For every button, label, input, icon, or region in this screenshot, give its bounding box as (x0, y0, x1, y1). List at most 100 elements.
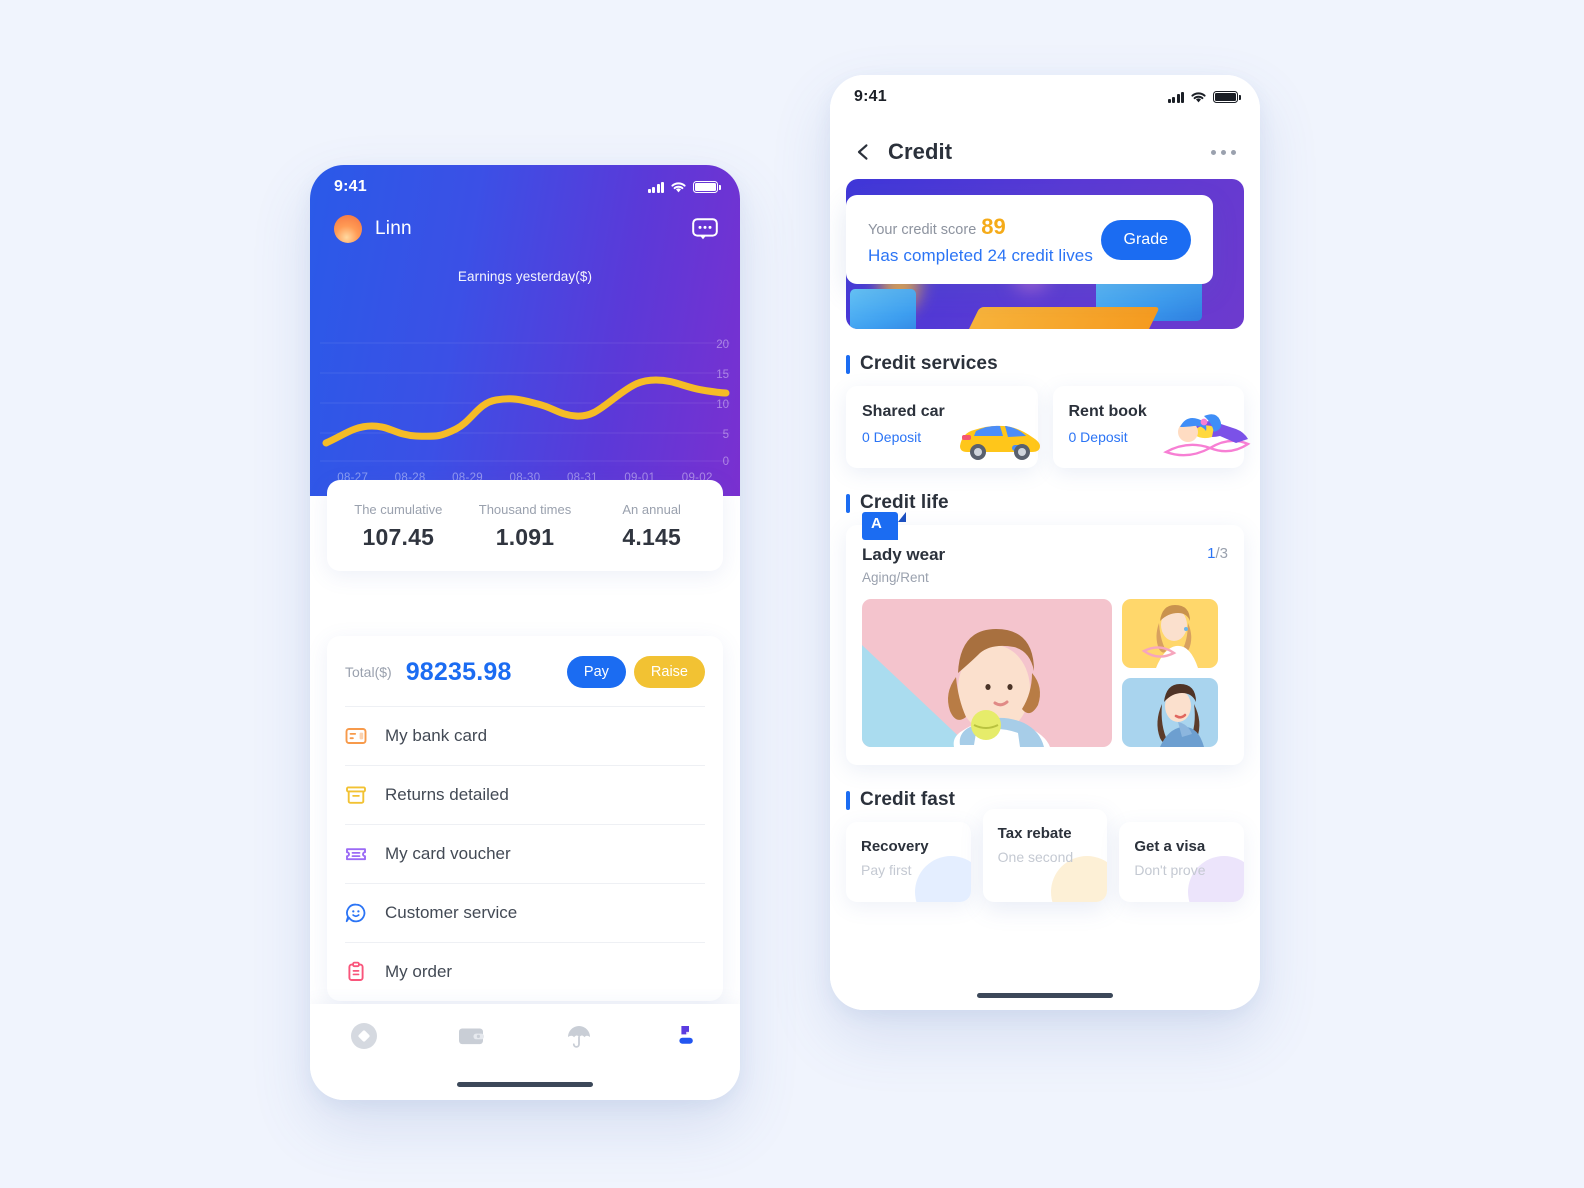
life-card-header: Lady wear Aging/Rent 1/3 (862, 545, 1228, 585)
stat-value: 1.091 (495, 524, 555, 550)
score-prefix-row: Your credit score 89 (868, 214, 1101, 240)
fast-subtitle: Pay first (861, 862, 912, 878)
girl-yellow-backdrop (1122, 599, 1218, 668)
status-time: 9:41 (854, 88, 887, 105)
credit-life-card[interactable]: A Lady wear Aging/Rent 1/3 (846, 512, 1244, 765)
stat-label: An annual (622, 502, 681, 517)
order-clipboard-icon (348, 961, 364, 981)
status-bar-right: 9:41 (830, 75, 1260, 119)
phone-right: 9:41 Credit Your credit score 89 Has com… (830, 75, 1260, 1010)
username: Linn (375, 218, 412, 239)
menu-item-returns-detailed[interactable]: Returns detailed (345, 765, 705, 824)
chat-bubble-icon[interactable] (692, 218, 718, 240)
raise-button[interactable]: Raise (633, 656, 705, 688)
chevron-left-icon[interactable] (854, 143, 872, 161)
pay-button[interactable]: Pay (566, 656, 626, 688)
tab-wallet[interactable] (418, 1021, 526, 1051)
tab-home[interactable] (310, 1021, 418, 1051)
chart-line-series (322, 376, 730, 447)
status-icons (647, 181, 721, 194)
section-title-credit-services: Credit services (846, 353, 1260, 375)
home-indicator (977, 993, 1113, 998)
life-card-subtitle: Aging/Rent (862, 570, 929, 585)
user-block[interactable]: Linn (334, 215, 412, 243)
tab-insure[interactable] (525, 1021, 633, 1051)
credit-score-card: Your credit score 89 Has completed 24 cre… (846, 195, 1213, 284)
life-card-title: Lady wear (862, 545, 946, 564)
yellow-car-illustration (959, 425, 1040, 460)
diamond-badge-icon (350, 1023, 377, 1049)
credit-services-row: Shared car 0 Deposit Rent book 0 Deposit (846, 386, 1251, 468)
fast-card-recovery[interactable]: Recovery Pay first (846, 822, 971, 902)
grade-button[interactable]: Grade (1100, 220, 1191, 260)
grade-badge: A (862, 512, 906, 540)
photo-thumb-girl-blue[interactable] (1122, 678, 1218, 747)
avatar (334, 215, 362, 243)
chart-title: Earnings yesterday($) (457, 269, 593, 284)
fast-title: Tax rebate (997, 825, 1072, 842)
chart-ytick-5: 5 (722, 429, 729, 441)
chart-svg (320, 342, 730, 462)
chart-ytick-10: 10 (716, 399, 729, 411)
page-title: Credit (888, 139, 953, 164)
battery-full-icon (693, 181, 721, 193)
section-label: Credit services (860, 353, 998, 374)
phone-left: 9:41 Linn Earnings yesterday($) 20 15 10… (310, 165, 740, 1100)
menu-item-customer-service[interactable]: Customer service (345, 883, 705, 942)
wallet-icon (459, 1028, 485, 1045)
hero-header: 9:41 Linn Earnings yesterday($) 20 15 10… (310, 165, 740, 496)
menu-item-label: My card voucher (385, 844, 511, 863)
score-value: 89 (981, 214, 1006, 239)
nav-bar: Credit (830, 119, 1260, 175)
credit-fast-row: Recovery Pay first Tax rebate One second… (846, 809, 1245, 902)
photo-main-girl-pink-blue[interactable] (862, 599, 1112, 747)
wifi-icon (1191, 91, 1206, 102)
girl-with-ball-pink-blue-backdrop (862, 599, 1112, 747)
chart-ytick-20: 20 (716, 339, 729, 351)
score-subtitle: Has completed 24 credit lives (868, 246, 1093, 265)
menu-item-label: Customer service (385, 903, 518, 922)
section-label: Credit life (860, 492, 949, 513)
girl-denim-blue-backdrop (1122, 678, 1218, 747)
status-time: 9:41 (334, 178, 367, 195)
person-icon (679, 1026, 694, 1044)
section-accent-bar (846, 790, 850, 810)
fast-card-tax-rebate[interactable]: Tax rebate One second (982, 809, 1108, 902)
service-smile-icon (345, 903, 366, 923)
stat-thousand-times: Thousand times 1.091 (462, 502, 589, 551)
service-card-rent-book[interactable]: Rent book 0 Deposit (1052, 386, 1251, 468)
section-title-credit-life: Credit life (846, 492, 1260, 514)
menu-item-my-order[interactable]: My order (345, 942, 705, 1001)
life-card-titles: Lady wear Aging/Rent (862, 545, 945, 585)
menu-item-my-card-voucher[interactable]: My card voucher (345, 824, 705, 883)
chart-ytick-0: 0 (722, 456, 729, 468)
tab-profile[interactable] (633, 1021, 741, 1051)
canvas: 9:41 Linn Earnings yesterday($) 20 15 10… (0, 0, 1584, 1188)
photo-thumb-girl-yellow[interactable] (1122, 599, 1218, 668)
score-prefix: Your credit score (868, 222, 977, 238)
fast-title: Recovery (861, 838, 929, 855)
score-text-block: Your credit score 89 Has completed 24 cre… (868, 214, 1101, 266)
total-value: 98235.98 (405, 657, 512, 686)
voucher-ticket-icon (346, 848, 366, 861)
menu-item-label: My bank card (385, 726, 488, 745)
fast-subtitle: Don't prove (1134, 862, 1206, 878)
bottom-tab-bar (310, 1004, 740, 1100)
girl-reading-book-illustration (1163, 414, 1251, 457)
more-dots-icon[interactable] (1211, 149, 1236, 155)
status-icons (1167, 91, 1241, 104)
stat-value: 107.45 (362, 524, 435, 550)
total-actions: Pay Raise (566, 656, 705, 688)
section-accent-bar (846, 493, 850, 513)
returns-archive-icon (346, 786, 366, 804)
menu-item-my-bank-card[interactable]: My bank card (345, 706, 705, 765)
fast-card-get-a-visa[interactable]: Get a visa Don't prove (1119, 822, 1245, 902)
stat-annual: An annual 4.145 (588, 502, 715, 551)
stat-label: The cumulative (354, 502, 443, 517)
bank-card-icon (345, 728, 367, 744)
banner-platform (850, 289, 916, 329)
status-bar-left: 9:41 (310, 165, 740, 209)
section-label: Credit fast (860, 789, 956, 810)
service-card-shared-car[interactable]: Shared car 0 Deposit (846, 386, 1040, 468)
section-accent-bar (846, 354, 850, 374)
